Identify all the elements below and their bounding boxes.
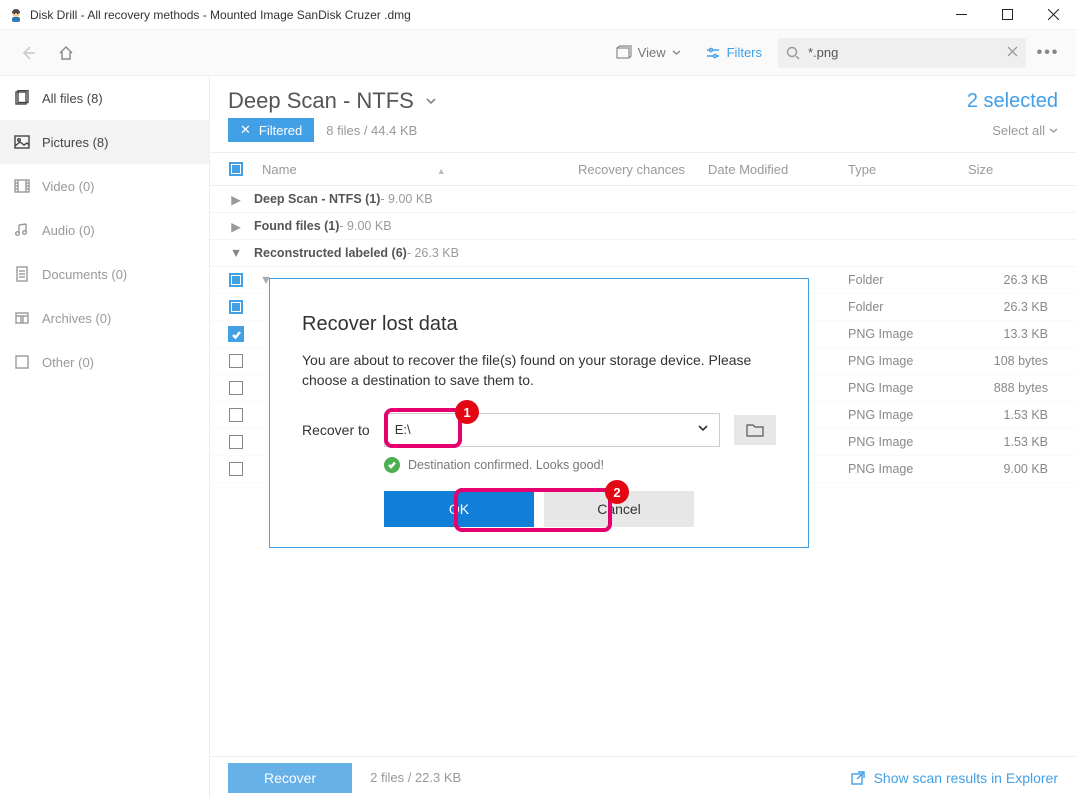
sidebar-item-other[interactable]: Other (0) — [0, 340, 209, 384]
column-size[interactable]: Size — [968, 162, 1068, 177]
expand-arrow-icon[interactable]: ▶ — [218, 192, 254, 207]
destination-select[interactable]: E:\ — [384, 413, 720, 447]
sidebar-item-label: Video (0) — [42, 179, 95, 194]
check-circle-icon — [384, 457, 400, 473]
recover-to-label: Recover to — [302, 422, 370, 438]
view-label: View — [638, 45, 666, 60]
header-checkbox[interactable] — [229, 162, 243, 176]
sidebar-item-label: All files (8) — [42, 91, 103, 106]
sort-arrow-icon: ▲ — [437, 166, 446, 176]
clear-search-icon[interactable] — [1007, 45, 1018, 60]
sidebar-item-video[interactable]: Video (0) — [0, 164, 209, 208]
row-checkbox[interactable] — [229, 435, 243, 449]
sidebar-item-label: Archives (0) — [42, 311, 111, 326]
recover-dialog: Recover lost data You are about to recov… — [269, 278, 809, 548]
search-box[interactable] — [778, 38, 1026, 68]
external-link-icon — [850, 770, 866, 786]
pictures-icon — [14, 134, 30, 150]
browse-button[interactable] — [734, 415, 776, 445]
sidebar: All files (8) Pictures (8) Video (0) Aud… — [0, 76, 210, 798]
footer: Recover 2 files / 22.3 KB Show scan resu… — [210, 756, 1076, 798]
selected-count: 2 selected — [967, 90, 1058, 113]
maximize-button[interactable] — [984, 0, 1030, 30]
filters-label: Filters — [727, 45, 762, 60]
sidebar-item-label: Documents (0) — [42, 267, 127, 282]
clear-filter-icon[interactable]: ✕ — [240, 122, 251, 138]
dialog-title: Recover lost data — [302, 313, 776, 336]
search-icon — [786, 46, 800, 60]
window-titlebar: Disk Drill - All recovery methods - Moun… — [0, 0, 1076, 30]
home-button[interactable] — [50, 37, 82, 69]
video-icon — [14, 178, 30, 194]
sidebar-item-pictures[interactable]: Pictures (8) — [0, 120, 209, 164]
row-checkbox[interactable] — [229, 408, 243, 422]
sidebar-item-label: Pictures (8) — [42, 135, 108, 150]
minimize-button[interactable] — [938, 0, 984, 30]
sidebar-item-archives[interactable]: Archives (0) — [0, 296, 209, 340]
column-type[interactable]: Type — [848, 162, 968, 177]
confirm-text: Destination confirmed. Looks good! — [408, 458, 604, 472]
files-icon — [14, 90, 30, 106]
row-checkbox[interactable] — [229, 381, 243, 395]
scan-title[interactable]: Deep Scan - NTFS — [228, 88, 438, 114]
row-checkbox[interactable] — [229, 354, 243, 368]
sidebar-item-allfiles[interactable]: All files (8) — [0, 76, 209, 120]
view-dropdown[interactable]: View — [608, 41, 689, 65]
folder-icon — [746, 423, 764, 437]
toolbar: View Filters ••• — [0, 30, 1076, 76]
sidebar-item-documents[interactable]: Documents (0) — [0, 252, 209, 296]
row-checkbox[interactable] — [229, 462, 243, 476]
select-all-dropdown[interactable]: Select all — [992, 123, 1058, 138]
file-summary: 8 files / 44.4 KB — [326, 123, 417, 138]
sidebar-item-label: Other (0) — [42, 355, 94, 370]
column-date[interactable]: Date Modified — [708, 162, 848, 177]
app-icon — [8, 7, 24, 23]
sidebar-item-label: Audio (0) — [42, 223, 95, 238]
documents-icon — [14, 266, 30, 282]
show-in-explorer-link[interactable]: Show scan results in Explorer — [850, 770, 1058, 786]
annotation-badge-2: 2 — [605, 480, 629, 504]
chevron-down-icon — [697, 422, 709, 437]
row-checkbox[interactable] — [229, 273, 243, 287]
destination-value: E:\ — [395, 422, 411, 437]
group-row[interactable]: ▼ Reconstructed labeled (6) - 26.3 KB — [210, 240, 1076, 267]
row-checkbox[interactable] — [229, 300, 243, 314]
annotation-badge-1: 1 — [455, 400, 479, 424]
ok-button[interactable]: OK — [384, 491, 534, 527]
audio-icon — [14, 222, 30, 238]
window-title: Disk Drill - All recovery methods - Moun… — [30, 8, 938, 22]
table-header: Name▲ Recovery chances Date Modified Typ… — [210, 152, 1076, 186]
row-checkbox[interactable] — [228, 326, 244, 342]
filters-button[interactable]: Filters — [695, 41, 772, 65]
group-row[interactable]: ▶ Deep Scan - NTFS (1) - 9.00 KB — [210, 186, 1076, 213]
expand-arrow-icon[interactable]: ▶ — [218, 219, 254, 234]
search-input[interactable] — [808, 45, 999, 60]
more-button[interactable]: ••• — [1032, 38, 1064, 68]
column-recovery[interactable]: Recovery chances — [578, 162, 708, 177]
other-icon — [14, 354, 30, 370]
collapse-arrow-icon[interactable]: ▼ — [218, 246, 254, 260]
back-button[interactable] — [12, 37, 44, 69]
chevron-down-icon — [424, 94, 438, 108]
sidebar-item-audio[interactable]: Audio (0) — [0, 208, 209, 252]
archives-icon — [14, 310, 30, 326]
dialog-body: You are about to recover the file(s) fou… — [302, 350, 776, 391]
recover-button[interactable]: Recover — [228, 763, 352, 793]
footer-meta: 2 files / 22.3 KB — [370, 770, 831, 785]
column-name[interactable]: Name▲ — [254, 162, 578, 177]
group-row[interactable]: ▶ Found files (1) - 9.00 KB — [210, 213, 1076, 240]
close-button[interactable] — [1030, 0, 1076, 30]
filtered-chip[interactable]: ✕ Filtered — [228, 118, 314, 142]
